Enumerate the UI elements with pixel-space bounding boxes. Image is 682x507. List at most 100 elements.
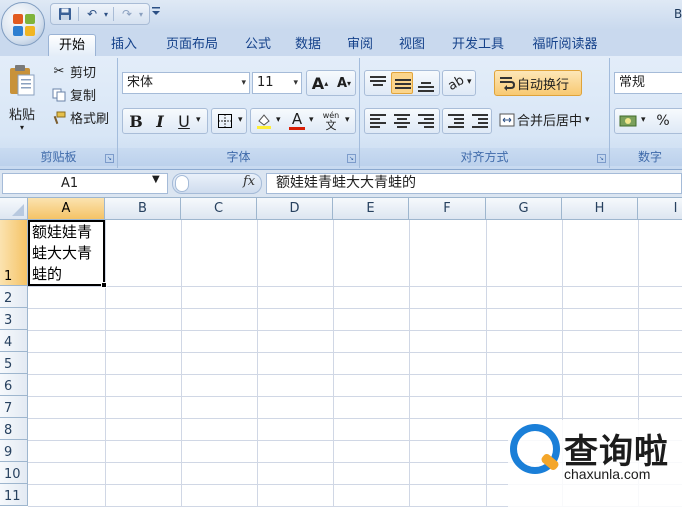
borders-icon[interactable] (213, 109, 237, 133)
row-header-1[interactable]: 1 (0, 220, 28, 286)
decrease-indent-icon[interactable] (445, 110, 467, 132)
paste-icon (8, 64, 36, 102)
insert-function-icon[interactable]: fx (243, 174, 255, 189)
row-header-4[interactable]: 4 (0, 330, 28, 352)
increase-indent-icon[interactable] (469, 110, 491, 132)
underline-button[interactable]: U (172, 109, 196, 133)
column-header-g[interactable]: G (486, 198, 562, 220)
column-header-h[interactable]: H (562, 198, 638, 220)
select-all-button[interactable] (0, 198, 28, 220)
column-header-a[interactable]: A (28, 198, 105, 220)
fill-handle[interactable] (101, 282, 107, 288)
tab-data[interactable]: 数据 (286, 34, 330, 56)
orientation-group: ab ▾ (442, 70, 476, 96)
redo-dropdown-icon[interactable]: ▾ (137, 5, 145, 23)
phonetic-dropdown-icon[interactable]: ▾ (345, 115, 350, 125)
tab-home[interactable]: 开始 (48, 34, 96, 56)
undo-icon[interactable]: ↶ (82, 5, 102, 23)
tab-page-layout[interactable]: 页面布局 (156, 34, 228, 56)
tab-view[interactable]: 视图 (390, 34, 434, 56)
row-header-2[interactable]: 2 (0, 286, 28, 308)
percent-button[interactable]: % (651, 109, 675, 133)
gridline (181, 220, 182, 507)
indent-group (442, 108, 492, 134)
save-icon[interactable] (55, 5, 75, 23)
column-header-b[interactable]: B (105, 198, 181, 220)
paste-dropdown-icon[interactable]: ▾ (20, 123, 24, 132)
cut-label: 剪切 (70, 66, 97, 81)
tab-review[interactable]: 审阅 (338, 34, 382, 56)
currency-icon[interactable] (616, 109, 640, 133)
column-header-i[interactable]: I (638, 198, 682, 220)
paste-button[interactable]: 粘贴 ▾ (4, 62, 40, 140)
underline-dropdown-icon[interactable]: ▾ (196, 115, 201, 125)
row-header-5[interactable]: 5 (0, 352, 28, 374)
format-painter-icon (50, 109, 68, 127)
row-header-3[interactable]: 3 (0, 308, 28, 330)
merge-center-button[interactable]: 合并后居中 ▾ (498, 110, 590, 129)
clipboard-launcher-icon[interactable]: ↘ (105, 154, 114, 163)
row-header-8[interactable]: 8 (0, 418, 28, 440)
fill-color-dropdown-icon[interactable]: ▾ (276, 115, 281, 125)
row-header-11[interactable]: 11 (0, 484, 28, 506)
font-color-button[interactable]: A (285, 109, 309, 133)
row-header-10[interactable]: 10 (0, 462, 28, 484)
tab-formulas[interactable]: 公式 (236, 34, 280, 56)
font-launcher-icon[interactable]: ↘ (347, 154, 356, 163)
formula-input[interactable]: 额娃娃青蛙大大青蛙的 (266, 173, 682, 194)
column-header-e[interactable]: E (333, 198, 409, 220)
align-right-icon[interactable] (415, 110, 437, 132)
orientation-dropdown-icon[interactable]: ▾ (467, 77, 472, 87)
row-header-7[interactable]: 7 (0, 396, 28, 418)
gridline (28, 374, 682, 375)
alignment-launcher-icon[interactable]: ↘ (597, 154, 606, 163)
alignment-group-label: 对齐方式 (360, 148, 609, 166)
font-name-select[interactable]: 宋体 ▾ (122, 72, 250, 94)
column-header-d[interactable]: D (257, 198, 333, 220)
tab-developer[interactable]: 开发工具 (442, 34, 514, 56)
office-button[interactable] (1, 2, 45, 46)
font-size-select[interactable]: 11 ▾ (252, 72, 302, 94)
copy-button[interactable]: 复制 (50, 85, 96, 104)
align-top-icon[interactable] (367, 72, 389, 94)
redo-icon[interactable]: ↷ (117, 5, 137, 23)
merge-dropdown-icon[interactable]: ▾ (585, 115, 590, 125)
name-box[interactable]: A1 (2, 173, 168, 194)
align-middle-icon[interactable] (391, 72, 413, 94)
grow-font-icon[interactable]: A ▴ (308, 71, 332, 95)
wrap-text-button[interactable]: 自动换行 (494, 70, 582, 96)
cut-button[interactable]: ✂ 剪切 (50, 62, 96, 81)
currency-dropdown-icon[interactable]: ▾ (641, 115, 646, 125)
tab-foxit-reader[interactable]: 福昕阅读器 (522, 34, 608, 56)
title-bar: ↶ ▾ ↷ ▾ B (0, 0, 682, 30)
column-header-c[interactable]: C (181, 198, 257, 220)
align-bottom-icon[interactable] (415, 72, 437, 94)
undo-dropdown-icon[interactable]: ▾ (102, 5, 110, 23)
watermark: 查询啦 chaxunla.com (508, 420, 682, 507)
column-header-f[interactable]: F (409, 198, 486, 220)
tab-insert[interactable]: 插入 (102, 34, 146, 56)
shrink-font-icon[interactable]: A ▾ (332, 71, 356, 95)
gridline (28, 396, 682, 397)
row-header-9[interactable]: 9 (0, 440, 28, 462)
name-box-dropdown-icon[interactable]: ▼ (152, 174, 160, 185)
format-painter-button[interactable]: 格式刷 (50, 108, 109, 127)
borders-group: ▾ (211, 108, 247, 134)
customize-qat-icon[interactable] (152, 6, 160, 19)
borders-dropdown-icon[interactable]: ▾ (238, 115, 243, 125)
fill-color-icon[interactable] (252, 109, 276, 133)
row-header-6[interactable]: 6 (0, 374, 28, 396)
number-format-select[interactable]: 常规 (614, 72, 682, 94)
bold-button[interactable]: B (124, 109, 148, 133)
cell-a1[interactable]: 额娃娃青蛙大大青蛙的 (28, 220, 105, 286)
font-color-dropdown-icon[interactable]: ▾ (309, 115, 314, 125)
italic-button[interactable]: I (148, 109, 172, 133)
align-center-icon[interactable] (391, 110, 413, 132)
font-group: 宋体 ▾ 11 ▾ A ▴ A ▾ B I U ▾ ▾ ▾ A ▾ wén 文 … (118, 58, 360, 168)
formula-bar-collapse-icon[interactable] (175, 175, 189, 192)
font-group-label: 字体 (118, 148, 359, 166)
align-left-icon[interactable] (367, 110, 389, 132)
merge-center-label: 合并后居中 (517, 114, 583, 129)
number-buttons-group: ▾ % (614, 108, 682, 134)
phonetic-icon[interactable]: wén 文 (319, 109, 343, 133)
